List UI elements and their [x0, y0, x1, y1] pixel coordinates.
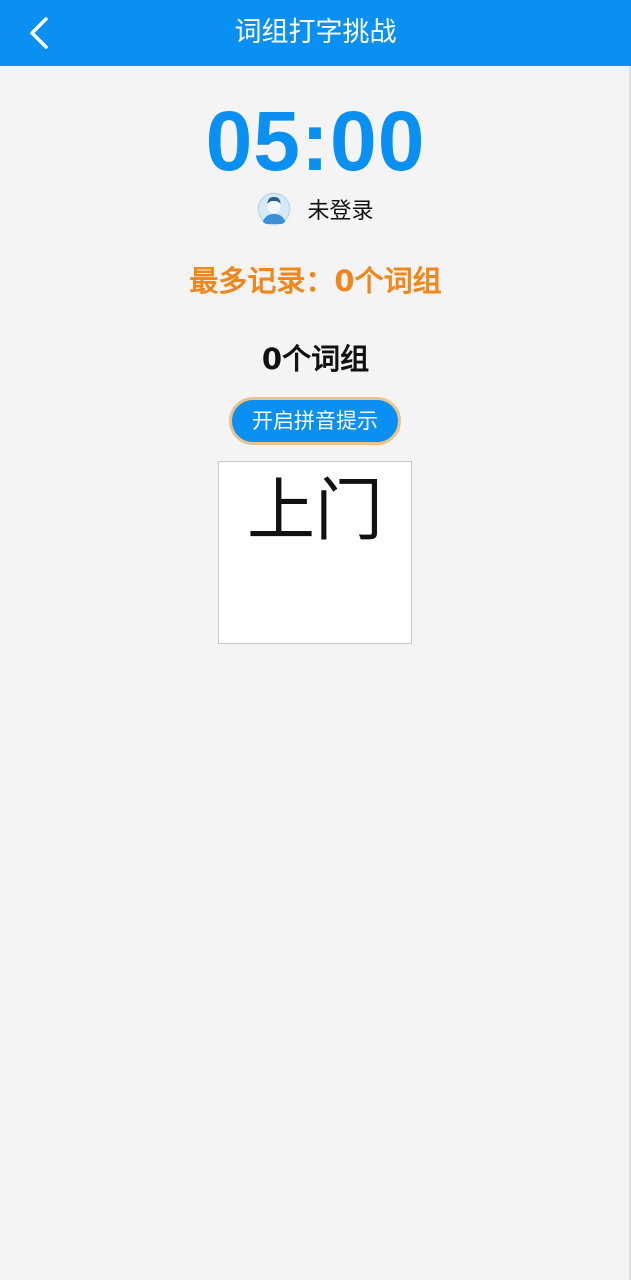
target-word: 上门: [246, 472, 383, 551]
best-record: 最多记录：0个词组: [189, 264, 442, 298]
page-title: 词组打字挑战: [234, 17, 397, 48]
word-card: 上门: [218, 461, 412, 644]
user-avatar-icon: [257, 192, 292, 226]
app-header: 词组打字挑战: [0, 0, 631, 66]
pinyin-hint-button[interactable]: 开启拼音提示: [229, 397, 401, 445]
word-count: 0个词组: [261, 342, 370, 376]
user-name: 未登录: [307, 199, 374, 224]
user-info[interactable]: 未登录: [0, 191, 631, 227]
countdown-timer: 05:00: [205, 94, 426, 188]
